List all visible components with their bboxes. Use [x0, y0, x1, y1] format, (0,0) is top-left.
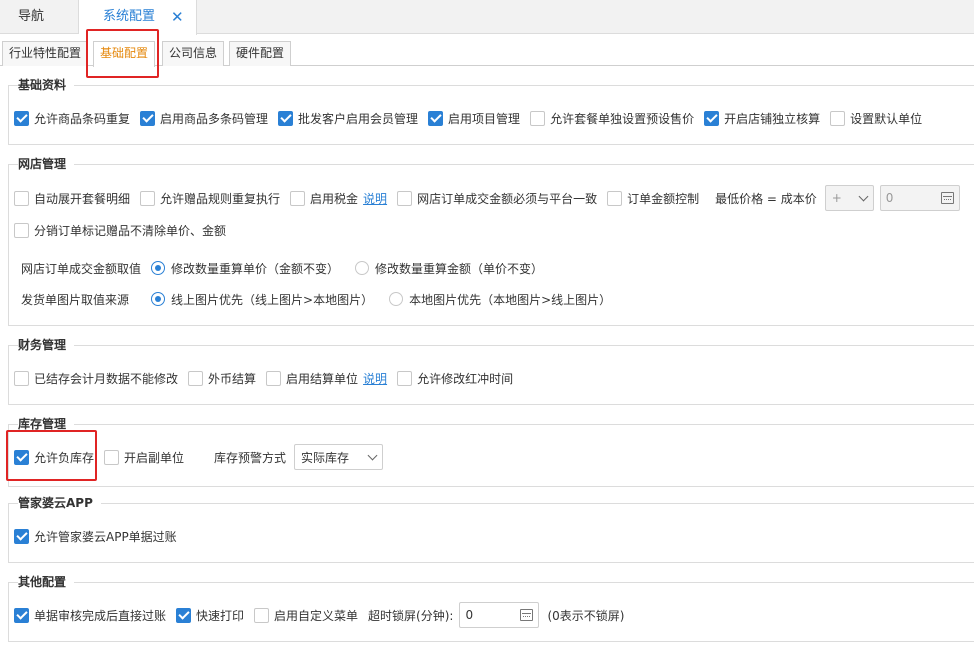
subtab-hardware-label: 硬件配置	[236, 46, 285, 60]
checkbox-secondary-unit[interactable]: 开启副单位	[104, 449, 184, 466]
subtab-hardware[interactable]: 硬件配置	[229, 41, 292, 66]
checkbox-label: 启用自定义菜单	[274, 608, 359, 623]
checkbox-label: 启用结算单位	[286, 371, 359, 386]
checkbox-package-preset-price[interactable]: 允许套餐单独设置预设售价	[530, 110, 694, 127]
amount-mode-row: 网店订单成交金额取值 修改数量重算单价（金额不变） 修改数量重算金额（单价不变）	[21, 259, 559, 277]
close-icon[interactable]: ✕	[171, 0, 184, 34]
checkbox-label: 允许修改红冲时间	[417, 371, 514, 386]
image-source-row: 发货单图片取值来源 线上图片优先（线上图片>本地图片） 本地图片优先（本地图片>…	[21, 290, 627, 308]
basic-options-row: 允许商品条码重复 启用商品多条码管理 批发客户启用会员管理 启用项目管理 允许套…	[14, 109, 932, 127]
checkbox-gift-rule-repeat[interactable]: 允许赠品规则重复执行	[140, 190, 280, 207]
checkbox-label: 允许套餐单独设置预设售价	[550, 111, 695, 126]
finance-options-row: 已结存会计月数据不能修改 外币结算 启用结算单位 说明 允许修改红冲时间	[14, 369, 523, 387]
stock-warning-value: 实际库存	[301, 450, 350, 465]
lock-screen-hint: (0表示不锁屏)	[547, 608, 625, 623]
tax-help-link[interactable]: 说明	[363, 190, 387, 207]
checkbox-wholesale-member[interactable]: 批发客户启用会员管理	[278, 110, 418, 127]
checkbox-label: 单据审核完成后直接过账	[34, 608, 167, 623]
operator-value: +	[831, 191, 842, 205]
checkbox-label: 启用项目管理	[448, 111, 521, 126]
checkbox-label: 外币结算	[208, 371, 257, 386]
radio-label: 线上图片优先（线上图片>本地图片）	[171, 292, 374, 307]
checkbox-label: 网店订单成交金额必须与平台一致	[417, 191, 598, 206]
operator-select[interactable]: +	[824, 185, 874, 211]
min-price-input[interactable]: 0	[879, 185, 960, 211]
calculator-icon	[520, 609, 534, 621]
stock-warning-select[interactable]: 实际库存	[294, 444, 384, 470]
checkbox-custom-menu[interactable]: 启用自定义菜单	[254, 607, 358, 624]
chevron-down-icon	[858, 191, 869, 201]
radio-label: 修改数量重算金额（单价不变）	[375, 261, 544, 276]
subtab-company-label: 公司信息	[169, 46, 218, 60]
chevron-down-icon	[367, 450, 378, 460]
checkbox-label: 已结存会计月数据不能修改	[34, 371, 179, 386]
highlight-box-subtab	[86, 29, 159, 78]
section-title-basic: 基础资料	[18, 77, 75, 93]
stock-warning-label: 库存预警方式	[214, 450, 287, 465]
checkbox-label: 分销订单标记赠品不清除单价、金额	[34, 223, 227, 238]
checkbox-auto-expand-package[interactable]: 自动展开套餐明细	[14, 190, 130, 207]
checkbox-label: 自动展开套餐明细	[34, 191, 131, 206]
radio-recalc-price[interactable]: 修改数量重算单价（金额不变）	[151, 260, 339, 277]
settlement-help-link[interactable]: 说明	[363, 370, 387, 387]
checkbox-label: 启用税金	[310, 191, 359, 206]
section-title-online: 网店管理	[18, 156, 75, 172]
section-title-finance: 财务管理	[18, 337, 75, 353]
checkbox-label: 允许管家婆云APP单据过账	[34, 529, 177, 544]
checkbox-amount-match-platform[interactable]: 网店订单成交金额必须与平台一致	[397, 190, 597, 207]
radio-online-image-first[interactable]: 线上图片优先（线上图片>本地图片）	[151, 291, 373, 308]
checkbox-post-after-audit[interactable]: 单据审核完成后直接过账	[14, 607, 166, 624]
min-price-value: 0	[885, 191, 894, 205]
subtab-company[interactable]: 公司信息	[162, 41, 225, 66]
online-options-row-2: 分销订单标记赠品不清除单价、金额	[14, 221, 236, 239]
checkbox-multi-barcode[interactable]: 启用商品多条码管理	[140, 110, 268, 127]
tab-navigation[interactable]: 导航	[0, 0, 79, 34]
checkbox-label: 订单金额控制	[627, 191, 700, 206]
checkbox-label: 允许赠品规则重复执行	[160, 191, 281, 206]
highlight-box-negative-stock	[6, 430, 97, 481]
online-options-row: 自动展开套餐明细 允许赠品规则重复执行 启用税金 说明 网店订单成交金额必须与平台…	[14, 185, 960, 211]
checkbox-label: 允许商品条码重复	[34, 111, 131, 126]
checkbox-label: 启用商品多条码管理	[160, 111, 269, 126]
subtab-industry-label: 行业特性配置	[9, 46, 82, 60]
section-title-app: 管家婆云APP	[18, 495, 101, 511]
section-title-other: 其他配置	[18, 574, 75, 590]
checkbox-allow-duplicate-barcode[interactable]: 允许商品条码重复	[14, 110, 130, 127]
calculator-icon	[940, 192, 954, 204]
lock-screen-input[interactable]: 0	[459, 602, 540, 628]
amount-mode-label: 网店订单成交金额取值	[21, 261, 142, 276]
checkbox-default-unit[interactable]: 设置默认单位	[830, 110, 922, 127]
subtab-industry[interactable]: 行业特性配置	[2, 41, 89, 66]
lock-screen-label: 超时锁屏(分钟):	[368, 608, 454, 623]
checkbox-label: 批发客户启用会员管理	[298, 111, 419, 126]
min-price-label: 最低价格 = 成本价	[715, 191, 817, 206]
checkbox-enable-tax[interactable]: 启用税金 说明	[290, 190, 387, 207]
radio-recalc-amount[interactable]: 修改数量重算金额（单价不变）	[355, 260, 543, 277]
checkbox-label: 设置默认单位	[850, 111, 923, 126]
app-options-row: 允许管家婆云APP单据过账	[14, 527, 187, 545]
checkbox-store-accounting[interactable]: 开启店铺独立核算	[704, 110, 820, 127]
radio-label: 修改数量重算单价（金额不变）	[171, 261, 340, 276]
checkbox-modify-reversal-time[interactable]: 允许修改红冲时间	[397, 370, 513, 387]
checkbox-label: 快速打印	[196, 608, 245, 623]
tab-system-config-label: 系统配置	[103, 9, 156, 24]
checkbox-order-amount-control[interactable]: 订单金额控制	[607, 190, 699, 207]
checkbox-lock-closed-month[interactable]: 已结存会计月数据不能修改	[14, 370, 178, 387]
radio-label: 本地图片优先（本地图片>线上图片）	[409, 292, 612, 307]
checkbox-settlement-unit[interactable]: 启用结算单位 说明	[266, 370, 387, 387]
checkbox-quick-print[interactable]: 快速打印	[176, 607, 244, 624]
tab-navigation-label: 导航	[18, 9, 45, 24]
checkbox-project-management[interactable]: 启用项目管理	[428, 110, 520, 127]
image-source-label: 发货单图片取值来源	[21, 292, 130, 307]
checkbox-label: 开启店铺独立核算	[724, 111, 821, 126]
checkbox-distribution-gift[interactable]: 分销订单标记赠品不清除单价、金额	[14, 222, 226, 239]
checkbox-foreign-currency[interactable]: 外币结算	[188, 370, 256, 387]
checkbox-app-post[interactable]: 允许管家婆云APP单据过账	[14, 528, 177, 545]
other-options-row: 单据审核完成后直接过账 快速打印 启用自定义菜单 超时锁屏(分钟): 0 (0表…	[14, 602, 625, 628]
checkbox-label: 开启副单位	[124, 450, 185, 465]
lock-screen-value: 0	[465, 608, 474, 622]
radio-local-image-first[interactable]: 本地图片优先（本地图片>线上图片）	[389, 291, 611, 308]
